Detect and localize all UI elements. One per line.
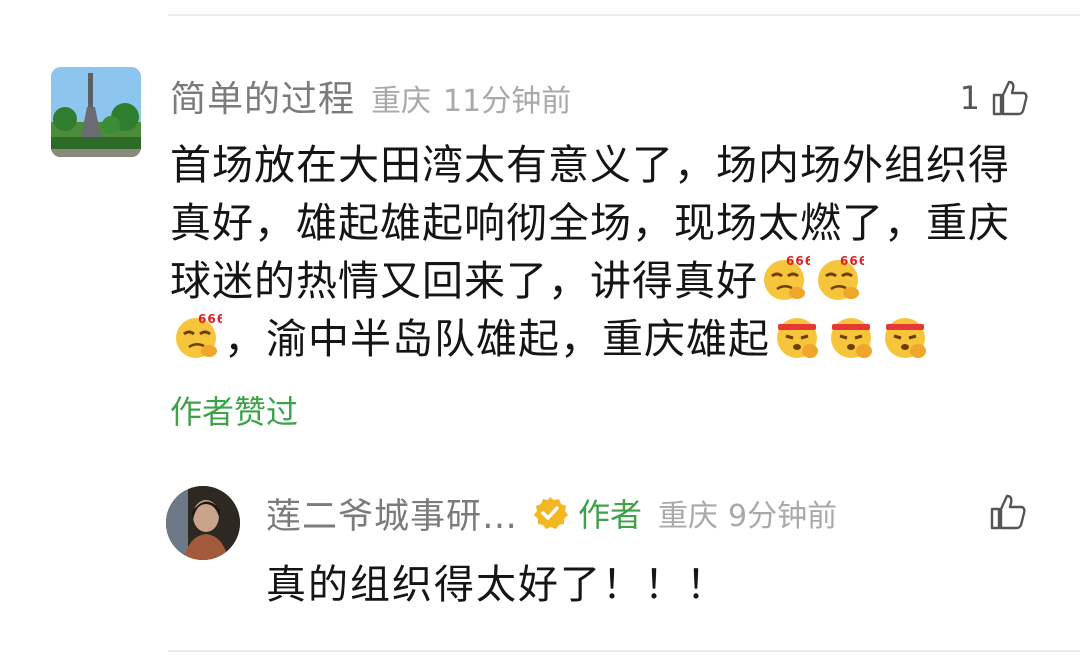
reply-nickname[interactable]: 莲二爷城事研… — [266, 488, 518, 539]
fist-headband-emoji-icon — [777, 318, 818, 358]
commenter-nickname[interactable]: 简单的过程 — [170, 70, 355, 122]
reply-author-avatar[interactable] — [166, 486, 240, 560]
author-portrait — [166, 486, 240, 560]
verified-badge-icon — [534, 497, 569, 529]
monument-photo — [51, 67, 141, 157]
666-smirk-emoji-icon: 666 — [818, 254, 864, 300]
reply-location: 重庆 — [658, 499, 719, 534]
reply-like-thumbs-up-icon[interactable] — [988, 492, 1028, 532]
author-tag: 作者 — [578, 496, 643, 534]
666-smirk-emoji-icon: 666 — [764, 254, 810, 300]
bottom-divider — [168, 650, 1080, 652]
666-smirk-emoji-icon: 666 — [176, 312, 222, 358]
top-divider — [168, 14, 1080, 16]
reply-body: 真的组织得太好了！！！ — [266, 562, 728, 608]
like-count: 1 — [959, 79, 980, 117]
fist-headband-emoji-icon — [885, 318, 926, 358]
commenter-avatar[interactable] — [51, 67, 141, 157]
comment-body: 首场放在大田湾太有意义了，场内场外组织得真好，雄起雄起响彻全场，现场太燃了，重庆… — [170, 136, 1050, 368]
comment-meta: 简单的过程 重庆 11分钟前 — [170, 70, 571, 124]
svg-text:666: 666 — [786, 254, 810, 268]
svg-text:666: 666 — [840, 254, 864, 268]
comment-text-part2: ，渝中半岛队雄起，重庆雄起 — [224, 315, 770, 363]
thumbs-up-icon — [992, 80, 1028, 116]
comment-location: 重庆 — [371, 84, 432, 119]
reply-time: 9分钟前 — [728, 499, 838, 534]
comment-like-button[interactable]: 1 — [960, 76, 1030, 120]
reply-meta: 莲二爷城事研… 作者 重庆 9分钟前 — [266, 488, 837, 538]
author-liked-label: 作者赞过 — [170, 393, 299, 431]
fist-headband-emoji-icon — [831, 318, 872, 358]
comment-time: 11分钟前 — [443, 84, 572, 119]
svg-text:666: 666 — [198, 312, 222, 326]
comment-text-part1: 首场放在大田湾太有意义了，场内场外组织得真好，雄起雄起响彻全场，现场太燃了，重庆… — [170, 141, 1010, 305]
